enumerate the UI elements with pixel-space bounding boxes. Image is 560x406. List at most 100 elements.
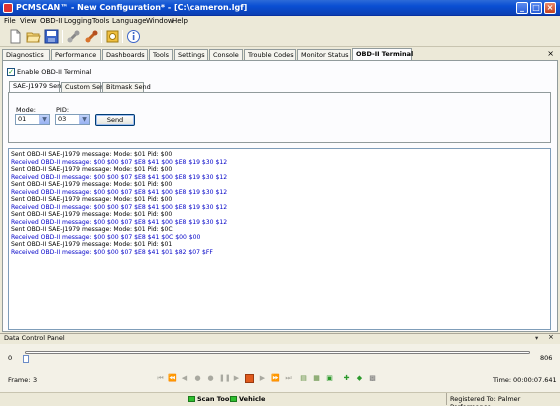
- subtab-bitmask-send[interactable]: Bitmask Send: [102, 82, 151, 92]
- sent-message-line: Sent OBD-II SAE-J1979 message: Mode: $01…: [11, 166, 173, 173]
- sent-message-line: Sent OBD-II SAE-J1979 message: Mode: $01…: [11, 196, 173, 203]
- tab-diagnostics[interactable]: Diagnostics: [2, 49, 50, 60]
- tab-console[interactable]: Console: [209, 49, 243, 60]
- subtab-sae-j1979-send[interactable]: SAE-J1979 Send: [9, 81, 65, 92]
- app-icon: [3, 3, 13, 13]
- time-label: Time:: [493, 376, 512, 384]
- main-tab-strip: Diagnostics Performance Dashboards Tools…: [2, 48, 558, 60]
- received-message-line: Received OBD-II message: $00 $00 $07 $E8…: [11, 203, 228, 211]
- menu-tools[interactable]: Tools: [92, 17, 109, 25]
- status-separator: [446, 393, 447, 405]
- stop-icon[interactable]: ●: [193, 374, 202, 383]
- send-button[interactable]: Send: [95, 114, 135, 126]
- mode-select[interactable]: 01 ▼: [15, 114, 50, 125]
- pin-icon[interactable]: ▾: [535, 334, 538, 342]
- menu-obd2[interactable]: OBD-II: [40, 17, 62, 25]
- minimize-button[interactable]: _: [516, 2, 528, 14]
- sent-message-line: Sent OBD-II SAE-J1979 message: Mode: $01…: [11, 241, 173, 248]
- slider-max-label: 806: [540, 354, 553, 362]
- fast-forward-icon[interactable]: ⏩: [271, 374, 280, 383]
- received-message-line: Received OBD-II message: $00 $00 $07 $E8…: [11, 188, 228, 196]
- open-log-icon[interactable]: ▦: [312, 374, 321, 383]
- tab-monitor-status[interactable]: Monitor Status: [297, 49, 351, 60]
- skip-start-icon[interactable]: ⏮: [156, 374, 165, 383]
- data-control-panel-header: [0, 333, 560, 344]
- step-forward-icon[interactable]: ▶: [258, 374, 267, 383]
- toolbar-separator: [122, 30, 123, 43]
- sent-message-line: Sent OBD-II SAE-J1979 message: Mode: $01…: [11, 211, 173, 218]
- scan-tool-status-led: [188, 396, 195, 402]
- toolbar-separator: [62, 30, 63, 43]
- new-file-icon[interactable]: [8, 29, 23, 44]
- fast-rewind-icon[interactable]: ⏪: [168, 374, 177, 383]
- disconnect-icon[interactable]: [84, 29, 99, 44]
- window-title: PCMSCAN™ - New Configuration* - [C:\came…: [16, 3, 248, 12]
- options-icon[interactable]: ▩: [368, 374, 377, 383]
- chevron-down-icon: ▼: [79, 115, 89, 124]
- menu-view[interactable]: View: [20, 17, 37, 25]
- chevron-down-icon: ▼: [39, 115, 49, 124]
- menu-logging[interactable]: Logging: [64, 17, 92, 25]
- toolbar: [0, 27, 560, 47]
- close-icon[interactable]: ×: [548, 333, 554, 341]
- play-icon[interactable]: ▶: [232, 374, 241, 383]
- tab-settings[interactable]: Settings: [174, 49, 208, 60]
- message-log[interactable]: Sent OBD-II SAE-J1979 message: Mode: $01…: [8, 148, 551, 330]
- tab-close-icon[interactable]: ×: [547, 49, 554, 58]
- menu-file[interactable]: File: [4, 17, 16, 25]
- mode-label: Mode:: [16, 106, 36, 114]
- save-log-icon[interactable]: ▣: [325, 374, 334, 383]
- sent-message-line: Sent OBD-II SAE-J1979 message: Mode: $01…: [11, 181, 173, 188]
- new-log-icon[interactable]: ▤: [299, 374, 308, 383]
- subtab-custom-send[interactable]: Custom Send: [61, 82, 108, 92]
- menu-language[interactable]: Language: [112, 17, 147, 25]
- tab-obd2-terminal[interactable]: OBD-II Terminal: [352, 48, 413, 60]
- step-back-icon[interactable]: ◀: [180, 374, 189, 383]
- settings-icon[interactable]: [105, 29, 120, 44]
- tab-performance[interactable]: Performance: [51, 49, 101, 60]
- scan-tool-status: Scan Tool: [197, 395, 232, 403]
- received-message-line: Received OBD-II message: $00 $00 $07 $E8…: [11, 218, 228, 226]
- export-icon[interactable]: ✚: [342, 374, 351, 383]
- connect-icon[interactable]: [66, 29, 81, 44]
- tab-dashboards[interactable]: Dashboards: [102, 49, 148, 60]
- menu-window[interactable]: Window: [146, 17, 174, 25]
- frame-slider-thumb[interactable]: [23, 355, 29, 363]
- save-icon[interactable]: [44, 29, 59, 44]
- slider-min-label: 0: [8, 354, 13, 362]
- sent-message-line: Sent OBD-II SAE-J1979 message: Mode: $01…: [11, 151, 173, 158]
- stop-record-icon[interactable]: [245, 374, 254, 383]
- received-message-line: Received OBD-II message: $00 $00 $07 $E8…: [11, 248, 213, 256]
- enable-terminal-label: Enable OBD-II Terminal: [17, 68, 92, 76]
- pid-select[interactable]: 03 ▼: [55, 114, 90, 125]
- pause-icon[interactable]: ❚❚: [219, 374, 231, 383]
- frame-value: 3: [33, 376, 38, 384]
- chart-icon[interactable]: ◆: [355, 374, 364, 383]
- received-message-line: Received OBD-II message: $00 $00 $07 $E8…: [11, 158, 228, 166]
- toolbar-separator: [101, 30, 102, 43]
- enable-terminal-checkbox[interactable]: ✓: [7, 68, 15, 76]
- close-button[interactable]: ×: [544, 2, 556, 14]
- menu-help[interactable]: Help: [172, 17, 188, 25]
- record-icon[interactable]: ●: [206, 374, 215, 383]
- info-icon[interactable]: [126, 29, 141, 44]
- frame-slider[interactable]: [25, 351, 530, 354]
- frame-label: Frame:: [8, 376, 31, 384]
- registration-text: Registered To: Palmer Performance: [450, 395, 521, 406]
- tab-tools[interactable]: Tools: [149, 49, 173, 60]
- mode-select-value: 01: [18, 115, 27, 123]
- skip-end-icon[interactable]: ⏭: [284, 374, 293, 383]
- pid-select-value: 03: [58, 115, 67, 123]
- received-message-line: Received OBD-II message: $00 $00 $07 $E8…: [11, 173, 228, 181]
- data-control-panel-title: Data Control Panel: [4, 334, 65, 342]
- sent-message-line: Sent OBD-II SAE-J1979 message: Mode: $01…: [11, 226, 173, 233]
- open-folder-icon[interactable]: [26, 29, 41, 44]
- maximize-button[interactable]: □: [530, 2, 542, 14]
- vehicle-status-led: [230, 396, 237, 402]
- received-message-line: Received OBD-II message: $00 $00 $07 $E8…: [11, 233, 201, 241]
- tab-trouble-codes[interactable]: Trouble Codes: [244, 49, 296, 60]
- pid-label: PID:: [56, 106, 70, 114]
- time-value: 00:00:07.641: [513, 376, 557, 384]
- vehicle-status: Vehicle: [239, 395, 266, 403]
- menu-bar: File View OBD-II Logging Tools Language …: [0, 16, 560, 27]
